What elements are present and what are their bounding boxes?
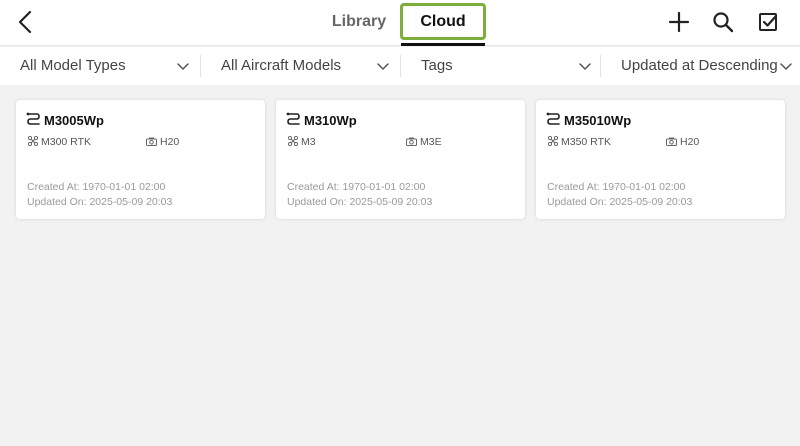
created-date: Created At: 1970-01-01 02:00 <box>547 181 686 193</box>
filter-sort-order-label: Updated at Descending <box>621 57 778 74</box>
card-title: M310Wp <box>304 113 357 128</box>
route-card[interactable]: M3005Wp M300 RTK H20 Created At: 1970-01… <box>16 100 265 219</box>
chevron-down-icon <box>579 63 591 71</box>
drone-icon <box>287 135 299 147</box>
filter-tags[interactable]: Tags <box>401 47 601 85</box>
filter-aircraft-models-label: All Aircraft Models <box>221 57 342 74</box>
aircraft-label: M3 <box>301 136 316 148</box>
chevron-down-icon <box>377 63 389 71</box>
route-icon <box>286 112 300 125</box>
search-icon[interactable] <box>709 8 737 36</box>
created-date: Created At: 1970-01-01 02:00 <box>287 181 426 193</box>
tab-library-label: Library <box>331 13 387 30</box>
created-date: Created At: 1970-01-01 02:00 <box>27 181 166 193</box>
filter-aircraft-models[interactable]: All Aircraft Models <box>201 47 401 85</box>
camera-icon <box>406 137 417 146</box>
filter-bar: All Model Types All Aircraft Models Tags… <box>0 47 800 85</box>
tab-library[interactable]: Library <box>326 0 392 46</box>
filter-model-types-label: All Model Types <box>20 57 126 74</box>
filter-model-types[interactable]: All Model Types <box>0 47 200 85</box>
aircraft-label: M350 RTK <box>561 136 611 148</box>
aircraft-info: M350 RTK <box>547 135 611 148</box>
camera-info: M3E <box>406 136 442 148</box>
drone-icon <box>547 135 559 147</box>
route-card[interactable]: M35010Wp M350 RTK H20 Created At: 1970-0… <box>536 100 785 219</box>
camera-label: H20 <box>160 136 180 148</box>
plus-icon[interactable] <box>665 8 693 36</box>
updated-date: Updated On: 2025-05-09 20:03 <box>547 196 693 208</box>
checkbox-icon[interactable] <box>754 8 782 36</box>
filter-sort-order[interactable]: Updated at Descending <box>601 47 800 85</box>
updated-date: Updated On: 2025-05-09 20:03 <box>287 196 433 208</box>
updated-date: Updated On: 2025-05-09 20:03 <box>27 196 173 208</box>
route-icon <box>546 112 560 125</box>
camera-label: H20 <box>680 136 700 148</box>
tab-cloud-label: Cloud <box>420 13 466 30</box>
camera-info: H20 <box>146 136 179 148</box>
chevron-down-icon <box>780 63 792 71</box>
route-icon <box>26 112 40 125</box>
top-bar: Library Cloud <box>0 0 800 46</box>
aircraft-label: M300 RTK <box>41 136 91 148</box>
chevron-down-icon <box>177 63 189 71</box>
aircraft-info: M300 RTK <box>27 135 91 148</box>
aircraft-info: M3 <box>287 135 316 148</box>
card-title: M3005Wp <box>44 113 104 128</box>
camera-info: H20 <box>666 136 699 148</box>
active-tab-indicator <box>401 43 485 46</box>
route-card[interactable]: M310Wp M3 M3E Created At: 1970-01-01 02:… <box>276 100 525 219</box>
camera-label: M3E <box>420 136 442 148</box>
camera-icon <box>146 137 157 146</box>
drone-icon <box>27 135 39 147</box>
tab-cloud[interactable]: Cloud <box>400 0 486 46</box>
camera-icon <box>666 137 677 146</box>
back-arrow-icon[interactable] <box>14 9 40 35</box>
filter-tags-label: Tags <box>421 57 453 74</box>
card-title: M35010Wp <box>564 113 632 128</box>
